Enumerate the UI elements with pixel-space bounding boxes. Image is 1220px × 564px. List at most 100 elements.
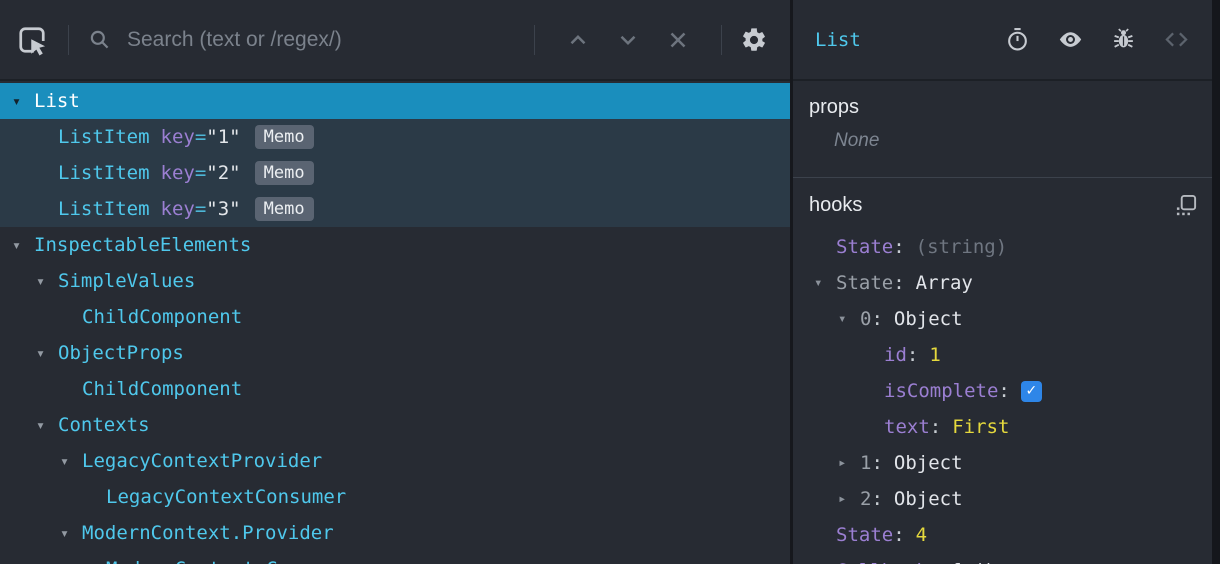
search-input[interactable]: [127, 27, 516, 52]
props-heading: props: [809, 96, 860, 118]
key-attribute-value: "1": [206, 126, 241, 148]
hook-row[interactable]: ▾ 0: Object: [809, 301, 1210, 337]
hook-colon: :: [871, 452, 883, 474]
search-clear-button[interactable]: [665, 27, 691, 53]
tree-row[interactable]: ▾ModernContext.Consumer: [0, 551, 790, 564]
gear-icon: [740, 26, 768, 54]
component-name: Contexts: [58, 414, 150, 436]
tree-row[interactable]: ▾ListItemkey="3"Memo: [0, 191, 790, 227]
toolbar-divider: [534, 24, 535, 55]
bug-icon: [1111, 27, 1136, 52]
hook-value-checkbox[interactable]: ✓: [1020, 380, 1042, 402]
expand-arrow-icon[interactable]: ▾: [34, 272, 58, 290]
tree-row[interactable]: ▾ListItemkey="1"Memo: [0, 119, 790, 155]
react-devtools-components-panel: ▾List▾ListItemkey="1"Memo▾ListItemkey="2…: [0, 0, 1220, 564]
hook-value: Array: [915, 272, 973, 294]
hook-colon: :: [998, 380, 1010, 402]
key-attribute-value: "2": [206, 162, 241, 184]
memo-badge: Memo: [254, 196, 314, 222]
inspect-element-icon: [14, 22, 50, 58]
expand-arrow-icon[interactable]: ▾: [10, 236, 34, 254]
hook-colon: :: [871, 488, 883, 510]
hook-row[interactable]: ▸ 2: Object: [809, 481, 1210, 517]
hook-row[interactable]: ▾State:(string): [809, 229, 1210, 265]
tree-row[interactable]: ▾ InspectableElements: [0, 227, 790, 263]
hook-row[interactable]: ▸ 1: Object: [809, 445, 1210, 481]
hook-row[interactable]: ▾Callback:f (): [809, 553, 1210, 564]
hook-name: isComplete: [884, 380, 999, 402]
settings-button[interactable]: [740, 26, 768, 54]
tree-row[interactable]: ▾ ObjectProps: [0, 335, 790, 371]
key-attribute-equals: =: [194, 162, 207, 184]
tree-row[interactable]: ▾ List: [0, 83, 790, 119]
hook-value: Object: [893, 452, 963, 474]
hook-value: (string): [915, 236, 1008, 258]
expand-arrow-icon[interactable]: ▾: [34, 416, 58, 434]
hook-row[interactable]: ▾text:First: [809, 409, 1210, 445]
inspect-dom-button[interactable]: [1057, 26, 1084, 53]
expand-arrow-icon[interactable]: ▾: [10, 92, 34, 110]
log-to-console-button[interactable]: [1111, 27, 1136, 52]
hook-row[interactable]: ▾State:4: [809, 517, 1210, 553]
tree-toolbar: [0, 0, 790, 81]
hook-colon: :: [906, 344, 919, 366]
component-name: List: [34, 90, 80, 112]
search-icon: [87, 27, 113, 53]
hook-name: 0: [860, 308, 872, 330]
component-name: ListItem: [58, 162, 150, 184]
hook-row[interactable]: ▾ State: Array: [809, 265, 1210, 301]
toolbar-divider: [68, 24, 69, 55]
tree-row[interactable]: ▾ ModernContext.Provider: [0, 515, 790, 551]
tree-row[interactable]: ▾ChildComponent: [0, 371, 790, 407]
component-name: InspectableElements: [34, 234, 252, 256]
inspector-toolbar: List: [793, 0, 1220, 81]
hook-row[interactable]: ▾id:1: [809, 337, 1210, 373]
scrollbar-track[interactable]: [1212, 0, 1220, 564]
key-attribute-equals: =: [194, 198, 207, 220]
hook-name: Callback: [836, 560, 928, 564]
component-name: ModernContext.Provider: [82, 522, 334, 544]
expand-arrow-icon[interactable]: ▾: [58, 524, 82, 542]
component-name: ModernContext.Consumer: [106, 558, 358, 564]
tree-row[interactable]: ▾ListItemkey="2"Memo: [0, 155, 790, 191]
hooks-heading: hooks: [809, 194, 863, 216]
tree-row[interactable]: ▾LegacyContextConsumer: [0, 479, 790, 515]
inspect-element-button[interactable]: [14, 22, 50, 58]
view-source-button[interactable]: [1163, 26, 1190, 53]
tree-row[interactable]: ▾ Contexts: [0, 407, 790, 443]
props-section: props None: [793, 81, 1220, 178]
hook-value: First: [952, 416, 1010, 438]
hook-name: State: [836, 236, 894, 258]
key-attribute-value: "3": [206, 198, 241, 220]
expand-arrow-icon[interactable]: ▾: [814, 275, 836, 291]
expand-arrow-icon[interactable]: ▾: [58, 452, 82, 470]
suspense-toggle-button[interactable]: [1005, 27, 1030, 52]
component-name: ListItem: [58, 198, 150, 220]
component-name: ChildComponent: [82, 306, 243, 328]
hook-colon: :: [893, 272, 905, 294]
inspected-element-panel: List props None hooks State: (string) ▾…: [793, 0, 1220, 564]
expand-arrow-icon[interactable]: ▸: [838, 455, 860, 471]
hook-colon: :: [893, 236, 905, 258]
expand-arrow-icon[interactable]: ▾: [34, 344, 58, 362]
tree-row[interactable]: ▾ LegacyContextProvider: [0, 443, 790, 479]
eye-icon: [1057, 26, 1084, 53]
tree-row[interactable]: ▾ChildComponent: [0, 299, 790, 335]
hook-value: Object: [893, 488, 963, 510]
hooks-section: hooks ▾State:(string)▾State:Array▾0:Obje…: [793, 178, 1220, 564]
hook-colon: :: [871, 308, 883, 330]
parse-hooks-button[interactable]: [1175, 194, 1198, 217]
key-attribute-equals: =: [194, 126, 207, 148]
key-attribute-name: key: [160, 126, 195, 148]
hook-colon: :: [893, 524, 905, 546]
memo-badge: Memo: [254, 124, 314, 150]
search-prev-button[interactable]: [565, 27, 591, 53]
expand-arrow-icon[interactable]: ▸: [838, 491, 860, 507]
hook-value: Object: [893, 308, 963, 330]
component-name: ObjectProps: [58, 342, 184, 364]
search-next-button[interactable]: [615, 27, 641, 53]
expand-arrow-icon[interactable]: ▾: [838, 311, 860, 327]
tree-row[interactable]: ▾ SimpleValues: [0, 263, 790, 299]
hook-row[interactable]: ▾isComplete:✓: [809, 373, 1210, 409]
component-name: ChildComponent: [82, 378, 243, 400]
